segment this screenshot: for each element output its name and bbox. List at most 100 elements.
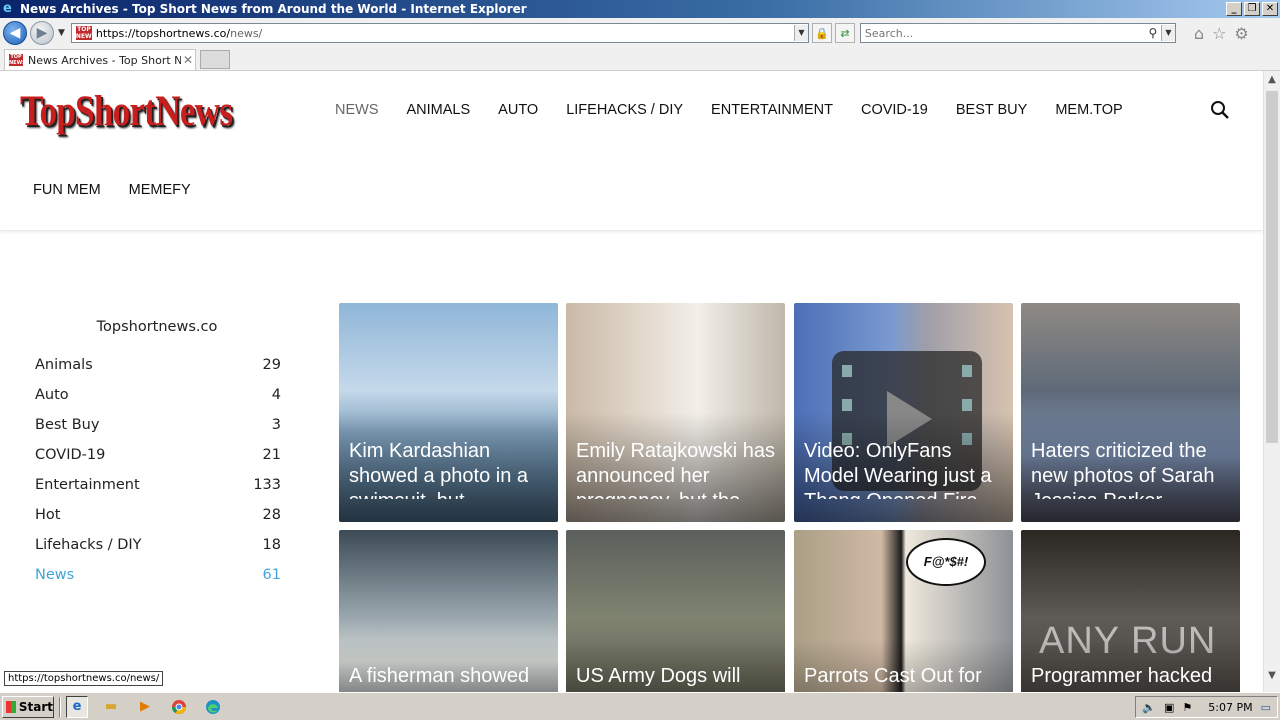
article-card[interactable]: US Army Dogs will (566, 530, 785, 692)
article-title[interactable]: Haters criticized the new photos of Sara… (1031, 439, 1232, 499)
media-player-icon[interactable]: ▶ (134, 696, 156, 718)
home-icon[interactable]: ⌂ (1194, 24, 1204, 43)
nav-animals[interactable]: ANIMALS (407, 102, 471, 118)
window-titlebar: e News Archives - Top Short News from Ar… (0, 0, 1280, 18)
tab-title: News Archives - Top Short N... (28, 53, 181, 67)
article-card[interactable]: Video: OnlyFans Model Wearing just a Tho… (794, 303, 1013, 522)
minimize-button[interactable]: _ (1226, 2, 1242, 16)
ie-taskbar-icon[interactable]: e (66, 695, 88, 718)
url-text[interactable]: https://topshortnews.co/news/ (96, 27, 794, 40)
category-item[interactable]: Animals 29 (35, 357, 281, 387)
network-icon[interactable]: ▣ (1164, 701, 1174, 714)
url-host: https://topshortnews.co/ (95, 26, 231, 40)
close-window-button[interactable]: ✕ (1262, 2, 1278, 16)
scroll-down-icon[interactable]: ▼ (1264, 667, 1280, 684)
article-card[interactable]: Emily Ratajkowski has announced her preg… (566, 303, 785, 522)
article-title[interactable]: A fisherman showed (349, 664, 550, 692)
nav-auto[interactable]: AUTO (498, 102, 538, 118)
tab-close-icon[interactable]: ✕ (181, 53, 195, 67)
lock-icon[interactable]: 🔒 (811, 23, 832, 43)
browser-search-box[interactable]: ⚲ ▼ (859, 23, 1176, 43)
category-name[interactable]: Entertainment (35, 477, 140, 507)
article-title[interactable]: Kim Kardashian showed a photo in a swims… (349, 439, 550, 499)
tab-news-archives[interactable]: TOP NEWS News Archives - Top Short N... … (4, 49, 196, 70)
category-item[interactable]: Lifehacks / DIY 18 (35, 537, 281, 567)
favorites-star-icon[interactable]: ☆ (1212, 24, 1226, 43)
action-center-flag-icon[interactable]: ⚑ (1182, 701, 1192, 714)
explorer-folder-icon[interactable]: ▬ (100, 696, 122, 718)
category-name[interactable]: Best Buy (35, 417, 99, 447)
volume-icon[interactable]: 🔈 (1142, 701, 1156, 714)
category-name[interactable]: Hot (35, 507, 60, 537)
new-tab-button[interactable] (200, 50, 230, 69)
nav-entertainment[interactable]: ENTERTAINMENT (711, 102, 833, 118)
search-input[interactable] (860, 26, 1145, 40)
status-url-tooltip: https://topshortnews.co/news/ (4, 671, 164, 686)
address-dropdown-icon[interactable]: ▼ (793, 25, 808, 41)
restore-button[interactable]: ❐ (1244, 2, 1260, 16)
settings-gear-icon[interactable]: ⚙ (1234, 24, 1248, 43)
article-title[interactable]: Video: OnlyFans Model Wearing just a Tho… (804, 439, 1005, 499)
category-item[interactable]: Auto 4 (35, 387, 281, 417)
chrome-icon[interactable] (168, 696, 190, 718)
article-card[interactable]: A fisherman showed (339, 530, 558, 692)
category-name[interactable]: Animals (35, 357, 93, 387)
article-title[interactable]: Programmer hacked (1031, 664, 1232, 692)
magnifier-icon[interactable]: ⚲ (1145, 26, 1161, 40)
nav-news[interactable]: NEWS (335, 102, 379, 118)
speech-bubble: F@*$#! (906, 538, 986, 586)
back-button[interactable]: ◀ (3, 21, 27, 45)
refresh-icon[interactable]: ⇄ (834, 23, 855, 43)
category-count: 3 (271, 417, 281, 433)
nav-fun-mem[interactable]: FUN MEM (33, 182, 101, 198)
scroll-thumb[interactable] (1266, 91, 1278, 443)
category-item[interactable]: COVID-19 21 (35, 447, 281, 477)
category-count: 29 (262, 357, 281, 373)
nav-mem-top[interactable]: MEM.TOP (1055, 102, 1122, 118)
category-name[interactable]: COVID-19 (35, 447, 105, 477)
site-logo[interactable]: TopShortNews (20, 87, 233, 136)
category-item[interactable]: Hot 28 (35, 507, 281, 537)
forward-arrow-icon: ▶ (36, 25, 48, 41)
scroll-up-icon[interactable]: ▲ (1264, 71, 1280, 88)
search-dropdown-icon[interactable]: ▼ (1160, 25, 1175, 41)
site-search-icon[interactable] (1208, 98, 1232, 122)
forward-button[interactable]: ▶ (30, 21, 54, 45)
url-path: news/ (230, 26, 263, 40)
category-count: 21 (262, 447, 281, 463)
category-name[interactable]: News (35, 567, 74, 597)
article-card[interactable]: Haters criticized the new photos of Sara… (1021, 303, 1240, 522)
nav-lifehacks[interactable]: LIFEHACKS / DIY (566, 102, 683, 118)
tab-strip: TOP NEWS News Archives - Top Short N... … (0, 48, 1280, 71)
history-dropdown-icon[interactable]: ▼ (58, 28, 65, 38)
secondary-nav: FUN MEM MEMEFY (33, 182, 191, 198)
site-header: TopShortNews NEWS ANIMALS AUTO LIFEHACKS… (0, 71, 1263, 231)
address-toolbar: ◀ ▶ ▼ TOP NEWS https://topshortnews.co/n… (0, 18, 1280, 48)
nav-covid[interactable]: COVID-19 (861, 102, 928, 118)
show-desktop-icon[interactable]: ▭ (1261, 701, 1271, 714)
site-favicon-icon: TOP NEWS (75, 26, 96, 40)
vertical-scrollbar[interactable]: ▲ ▼ (1263, 71, 1280, 692)
article-title[interactable]: Parrots Cast Out for (804, 664, 1005, 692)
clock[interactable]: 5:07 PM (1208, 701, 1252, 714)
category-item[interactable]: Entertainment 133 (35, 477, 281, 507)
ie-logo-icon: e (3, 1, 12, 16)
category-name[interactable]: Auto (35, 387, 69, 417)
nav-memefy[interactable]: MEMEFY (129, 182, 191, 198)
edge-icon[interactable] (202, 696, 224, 718)
article-card[interactable]: ANY RUN Programmer hacked (1021, 530, 1240, 692)
address-bar[interactable]: TOP NEWS https://topshortnews.co/news/ ▼ (70, 23, 809, 43)
category-item-active[interactable]: News 61 (35, 567, 281, 597)
article-card[interactable]: F@*$#! Parrots Cast Out for (794, 530, 1013, 692)
category-item[interactable]: Best Buy 3 (35, 417, 281, 447)
page-viewport: TopShortNews NEWS ANIMALS AUTO LIFEHACKS… (0, 71, 1280, 692)
category-name[interactable]: Lifehacks / DIY (35, 537, 142, 567)
nav-best-buy[interactable]: BEST BUY (956, 102, 1027, 118)
start-button[interactable]: Start (2, 695, 54, 718)
article-card[interactable]: Kim Kardashian showed a photo in a swims… (339, 303, 558, 522)
article-title[interactable]: Emily Ratajkowski has announced her preg… (576, 439, 777, 499)
category-count: 61 (262, 567, 281, 583)
tab-favicon-icon: TOP NEWS (9, 54, 26, 66)
article-title[interactable]: US Army Dogs will (576, 664, 777, 692)
category-count: 28 (262, 507, 281, 523)
